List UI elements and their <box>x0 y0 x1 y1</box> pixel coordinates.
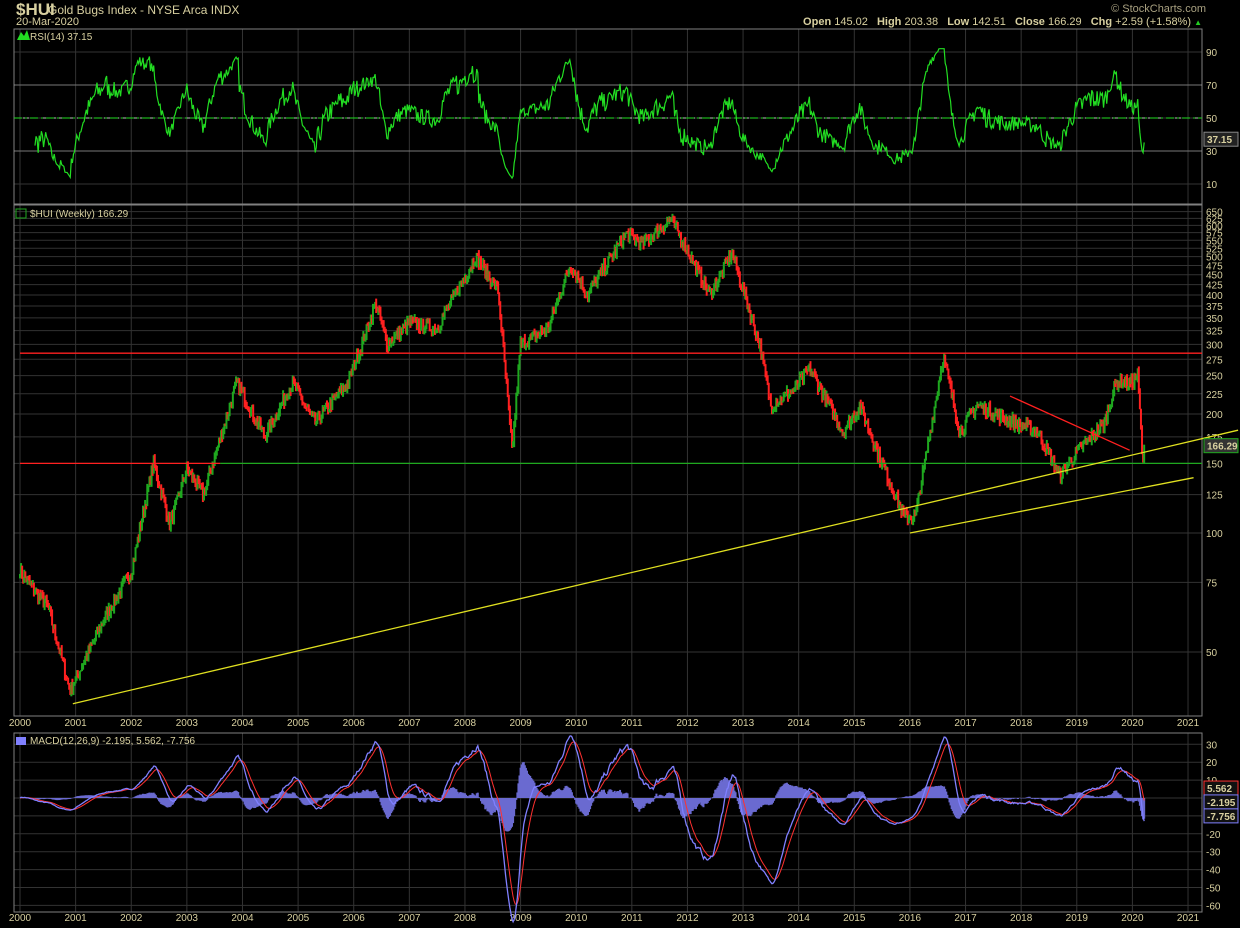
year-tick-label: 2004 <box>231 718 254 729</box>
rsi-tick-label: 50 <box>1206 114 1218 125</box>
rsi-title: RSI(14) 37.15 <box>30 32 93 43</box>
rsi-tick-label: 70 <box>1206 81 1218 92</box>
price-tick-label: 425 <box>1206 281 1223 292</box>
year-tick-label: 2006 <box>343 718 366 729</box>
year-tick-label: 2011 <box>621 718 643 729</box>
price-tick-label: 50 <box>1206 648 1218 659</box>
year-tick-label: 2016 <box>899 913 922 924</box>
year-tick-label: 2008 <box>454 718 477 729</box>
year-tick-label: 2001 <box>64 913 87 924</box>
year-tick-label: 2004 <box>231 913 254 924</box>
panel-border <box>13 204 1203 717</box>
year-tick-label: 2000 <box>9 718 32 729</box>
year-tick-label: 2017 <box>954 913 977 924</box>
price-tick-label: 125 <box>1206 491 1223 502</box>
price-tick-label: 350 <box>1206 314 1223 325</box>
rsi-legend-icon <box>17 30 30 40</box>
price-tick-label: 375 <box>1206 302 1223 313</box>
year-tick-label: 2017 <box>954 718 977 729</box>
macd-line <box>19 735 1145 924</box>
macd-tick-label: 20 <box>1206 758 1218 769</box>
year-tick-label: 2000 <box>9 913 32 924</box>
year-tick-label: 2014 <box>788 913 811 924</box>
year-tick-label: 2015 <box>843 913 866 924</box>
year-tick-label: 2019 <box>1066 913 1089 924</box>
macd-tick-label: -20 <box>1206 830 1221 841</box>
price-title: $HUI (Weekly) 166.29 <box>30 209 129 220</box>
price-legend-icon <box>15 208 27 219</box>
year-tick-label: 2008 <box>454 913 477 924</box>
year-tick-label: 2014 <box>788 718 811 729</box>
value-tag-label: -7.756 <box>1207 812 1236 823</box>
year-tick-label: 2002 <box>120 913 143 924</box>
rsi-tick-label: 30 <box>1206 147 1218 158</box>
year-tick-label: 2021 <box>1177 718 1200 729</box>
rsi-tick-label: 10 <box>1206 180 1218 191</box>
macd-tick-label: 30 <box>1206 740 1218 751</box>
value-tag-label: -2.195 <box>1207 798 1236 809</box>
year-tick-label: 2019 <box>1066 718 1089 729</box>
value-tag-label: 5.562 <box>1207 784 1232 795</box>
panel-border <box>13 28 1203 205</box>
price-tick-label: 250 <box>1206 372 1223 383</box>
trendline <box>72 429 1239 705</box>
price-tick-label: 200 <box>1206 410 1223 421</box>
year-tick-label: 2020 <box>1121 913 1144 924</box>
year-tick-label: 2006 <box>343 913 366 924</box>
year-tick-label: 2020 <box>1121 718 1144 729</box>
rsi-tick-label: 90 <box>1206 48 1218 59</box>
year-tick-label: 2021 <box>1177 913 1200 924</box>
value-tag-label: 37.15 <box>1207 135 1232 146</box>
year-tick-label: 2003 <box>176 718 199 729</box>
macd-signal-line <box>19 741 1145 906</box>
year-tick-label: 2002 <box>120 718 143 729</box>
year-tick-label: 2009 <box>509 718 532 729</box>
price-tick-label: 400 <box>1206 291 1223 302</box>
year-tick-label: 2007 <box>398 718 421 729</box>
value-tag-label: 166.29 <box>1207 442 1238 453</box>
price-tick-label: 225 <box>1206 390 1223 401</box>
year-tick-label: 2011 <box>621 913 643 924</box>
year-tick-label: 2015 <box>843 718 866 729</box>
macd-tick-label: -60 <box>1206 901 1221 912</box>
year-tick-label: 2005 <box>287 718 310 729</box>
rsi-line <box>34 48 1145 180</box>
year-tick-label: 2005 <box>287 913 310 924</box>
macd-legend-icon <box>16 737 26 745</box>
year-tick-label: 2010 <box>565 913 588 924</box>
panel-border <box>13 732 1203 913</box>
trendline <box>909 477 1194 534</box>
price-tick-label: 75 <box>1206 578 1218 589</box>
year-tick-label: 2018 <box>1010 718 1033 729</box>
price-tick-label: 325 <box>1206 327 1223 338</box>
year-tick-label: 2013 <box>732 718 755 729</box>
price-tick-label: 150 <box>1206 459 1223 470</box>
macd-tick-label: -30 <box>1206 848 1221 859</box>
price-tick-label: 275 <box>1206 355 1223 366</box>
year-tick-label: 2010 <box>565 718 588 729</box>
year-tick-label: 2003 <box>176 913 199 924</box>
price-tick-label: 100 <box>1206 529 1223 540</box>
price-tick-label: 300 <box>1206 340 1223 351</box>
macd-tick-label: -40 <box>1206 866 1221 877</box>
year-tick-label: 2013 <box>732 913 755 924</box>
chart-canvas[interactable]: 5075100125150175200225250275300325350375… <box>0 0 1240 928</box>
year-tick-label: 2001 <box>64 718 87 729</box>
macd-title: MACD(12,26,9) -2.195, 5.562, -7.756 <box>30 736 196 747</box>
year-tick-label: 2012 <box>676 718 699 729</box>
year-tick-label: 2018 <box>1010 913 1033 924</box>
year-tick-label: 2012 <box>676 913 699 924</box>
macd-tick-label: -50 <box>1206 884 1221 895</box>
price-tick-label: 650 <box>1206 208 1223 219</box>
year-tick-label: 2007 <box>398 913 421 924</box>
year-tick-label: 2016 <box>899 718 922 729</box>
